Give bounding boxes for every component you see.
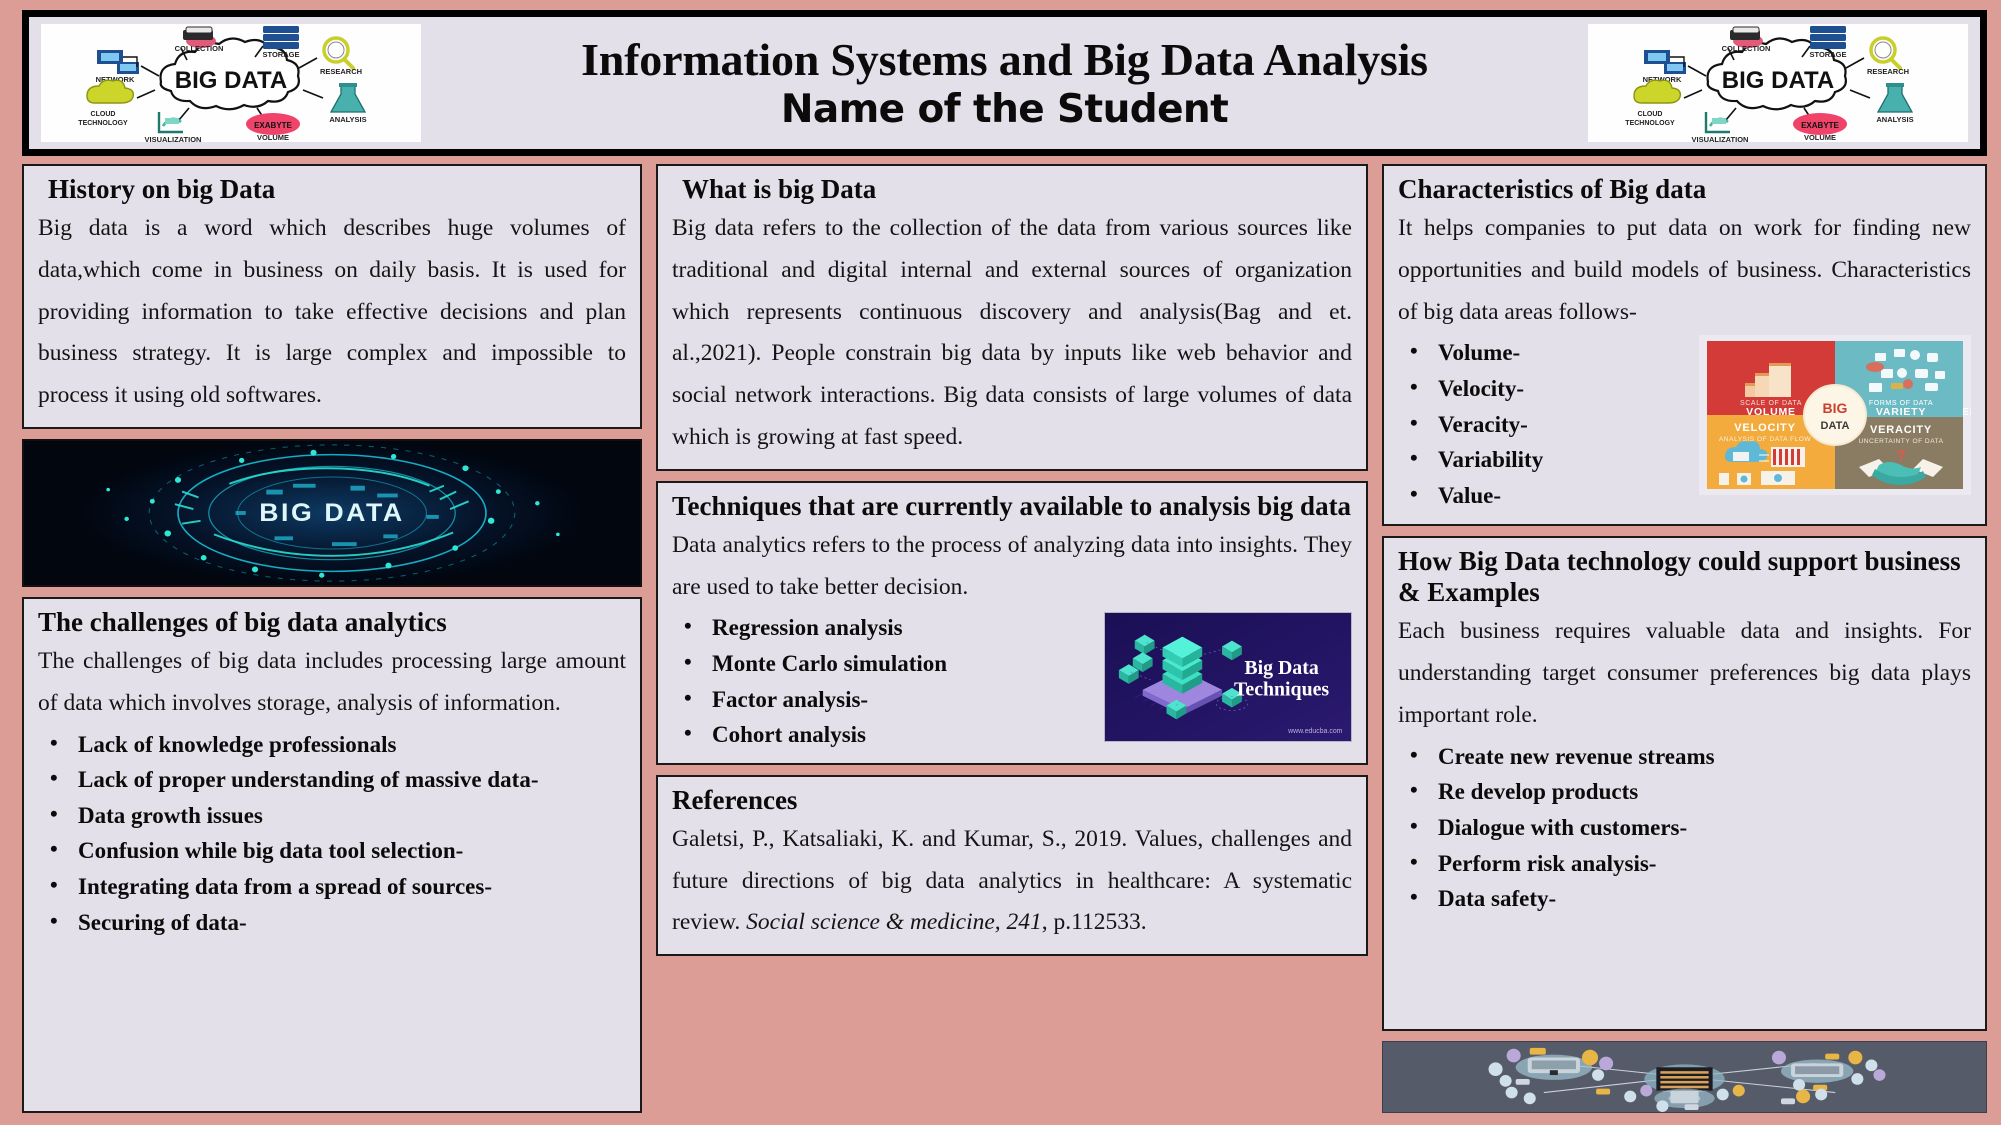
svg-text:VOLUME: VOLUME [257, 133, 289, 142]
list-item: Velocity- [1398, 370, 1691, 407]
four-v-big-data-infographic: SCALE OF DATA VOLUME FORMS OF DATA FORMS… [1699, 335, 1971, 496]
svg-text:BIG DATA: BIG DATA [1722, 67, 1834, 94]
svg-text:VOLUME: VOLUME [1804, 133, 1836, 142]
column-middle: What is big Data Big data refers to the … [656, 164, 1368, 1113]
list-item: Variability [1398, 441, 1691, 478]
circuit-image-label: BIG DATA [259, 497, 405, 526]
list-item: Regression analysis [672, 609, 1096, 646]
list-item: Lack of proper understanding of massive … [38, 761, 626, 798]
poster-root: BIG DATA NETWORK COLLECTION STORAGE RESE… [0, 0, 2001, 1125]
list-item: Data growth issues [38, 797, 626, 834]
panel-references-title: References [672, 784, 798, 815]
characteristics-bullet-list: Volume- Velocity- Veracity- Variability … [1398, 334, 1691, 514]
svg-text:STORAGE: STORAGE [263, 50, 300, 59]
svg-text:EXABYTE: EXABYTE [1801, 121, 1839, 130]
techniques-image-title-line2: Techniques [1234, 679, 1329, 701]
list-item: Confusion while big data tool selection- [38, 832, 626, 869]
svg-text:EXABYTE: EXABYTE [254, 121, 292, 130]
big-data-techniques-image: Big Data Techniques www.educba.com [1104, 612, 1352, 743]
panel-references-body: Galetsi, P., Katsaliaki, K. and Kumar, S… [672, 819, 1352, 944]
svg-text:VERACITY: VERACITY [1870, 424, 1932, 436]
svg-text:BIG DATA: BIG DATA [175, 67, 287, 94]
list-item: Integrating data from a spread of source… [38, 868, 626, 905]
svg-text:COLLECTION: COLLECTION [1722, 44, 1771, 53]
page-title: Information Systems and Big Data Analysi… [581, 33, 1428, 85]
header-titles: Information Systems and Big Data Analysi… [433, 33, 1576, 132]
list-item: Veracity- [1398, 406, 1691, 443]
panel-history-title: History on big Data [48, 174, 276, 204]
svg-text:?: ? [1896, 448, 1906, 465]
panel-what-is-big-data: What is big Data Big data refers to the … [656, 164, 1368, 471]
poster-header: BIG DATA NETWORK COLLECTION STORAGE RESE… [22, 10, 1987, 156]
panel-support-body: Each business requires valuable data and… [1398, 618, 1971, 728]
list-item: Cohort analysis [672, 716, 1096, 753]
svg-text:RESEARCH: RESEARCH [320, 67, 362, 76]
svg-text:ANALYSIS: ANALYSIS [1876, 115, 1913, 124]
svg-text:TECHNOLOGY: TECHNOLOGY [78, 120, 128, 127]
panel-history-body: Big data is a word which describes huge … [38, 214, 626, 409]
column-right: Characteristics of Big data It helps com… [1382, 164, 1987, 1113]
list-item: Monte Carlo simulation [672, 645, 1096, 682]
data-network-topology-image [1382, 1041, 1987, 1113]
list-item: Factor analysis- [672, 681, 1096, 718]
big-data-circuit-image: BIG DATA [22, 439, 642, 587]
student-name: Name of the Student [780, 86, 1229, 132]
panel-techniques: Techniques that are currently available … [656, 480, 1368, 765]
svg-text:ANALYSIS OF DATA FLOW: ANALYSIS OF DATA FLOW [1719, 436, 1811, 443]
panel-techniques-body: Data analytics refers to the process of … [672, 531, 1352, 600]
svg-text:DATA: DATA [1821, 420, 1850, 432]
panel-characteristics-body: It helps companies to put data on work f… [1398, 214, 1971, 325]
techniques-content-row: Regression analysis Monte Carlo simulati… [672, 608, 1352, 753]
panel-characteristics-title: Characteristics of Big data [1398, 174, 1707, 204]
poster-columns: History on big Data Big data is a word w… [22, 164, 1987, 1113]
svg-text:VOLUME: VOLUME [1746, 406, 1796, 418]
panel-challenges: The challenges of big data analytics The… [22, 597, 642, 1113]
characteristics-content-row: Volume- Velocity- Veracity- Variability … [1398, 333, 1971, 513]
list-item: Dialogue with customers- [1398, 809, 1971, 846]
panel-support-title: How Big Data technology could support bu… [1398, 545, 1961, 608]
techniques-image-title-line1: Big Data [1244, 657, 1318, 679]
list-item: Re develop products [1398, 773, 1971, 810]
reference-journal: Social science & medicine, 241 [746, 909, 1042, 936]
reference-text-2: , p.112533. [1041, 909, 1147, 936]
header-left-image: BIG DATA NETWORK COLLECTION STORAGE RESE… [41, 24, 421, 142]
list-item: Perform risk analysis- [1398, 845, 1971, 882]
list-item: Value- [1398, 477, 1691, 514]
svg-text:RESEARCH: RESEARCH [1867, 67, 1909, 76]
panel-challenges-title: The challenges of big data analytics [38, 607, 447, 637]
techniques-image-watermark: www.educba.com [1287, 728, 1343, 735]
panel-support-business: How Big Data technology could support bu… [1382, 535, 1987, 1031]
svg-text:ANALYSIS: ANALYSIS [329, 115, 366, 124]
svg-text:VISUALIZATION: VISUALIZATION [145, 135, 202, 142]
panel-what-is-title: What is big Data [682, 174, 877, 204]
svg-text:STORAGE: STORAGE [1810, 50, 1847, 59]
list-item: Volume- [1398, 334, 1691, 371]
panel-history: History on big Data Big data is a word w… [22, 164, 642, 429]
svg-text:VISUALIZATION: VISUALIZATION [1692, 135, 1749, 142]
svg-text:CLOUD: CLOUD [1638, 111, 1663, 118]
support-bullet-list: Create new revenue streams Re develop pr… [1398, 738, 1971, 917]
list-item: Data safety- [1398, 880, 1971, 917]
column-left: History on big Data Big data is a word w… [22, 164, 642, 1113]
svg-text:COLLECTION: COLLECTION [175, 44, 224, 53]
list-item: Securing of data- [38, 904, 626, 941]
panel-characteristics: Characteristics of Big data It helps com… [1382, 164, 1987, 526]
techniques-bullet-list: Regression analysis Monte Carlo simulati… [672, 609, 1096, 753]
list-item: Create new revenue streams [1398, 738, 1971, 775]
svg-text:BIG: BIG [1823, 400, 1848, 416]
svg-text:UNCERTAINTY OF DATA: UNCERTAINTY OF DATA [1858, 438, 1943, 445]
challenges-bullet-list: Lack of knowledge professionals Lack of … [38, 726, 626, 941]
header-right-image: BIG DATA NETWORK COLLECTION STORAGE RESE… [1588, 24, 1968, 142]
svg-text:TECHNOLOGY: TECHNOLOGY [1625, 120, 1675, 127]
svg-text:CLOUD: CLOUD [91, 111, 116, 118]
panel-techniques-title: Techniques that are currently available … [672, 490, 1352, 521]
panel-what-is-body: Big data refers to the collection of the… [672, 214, 1352, 450]
svg-text:VARIETY: VARIETY [1876, 406, 1926, 418]
panel-challenges-body: The challenges of big data includes proc… [38, 647, 626, 716]
list-item: Lack of knowledge professionals [38, 726, 626, 763]
svg-text:VELOCITY: VELOCITY [1734, 422, 1795, 434]
panel-references: References Galetsi, P., Katsaliaki, K. a… [656, 774, 1368, 957]
